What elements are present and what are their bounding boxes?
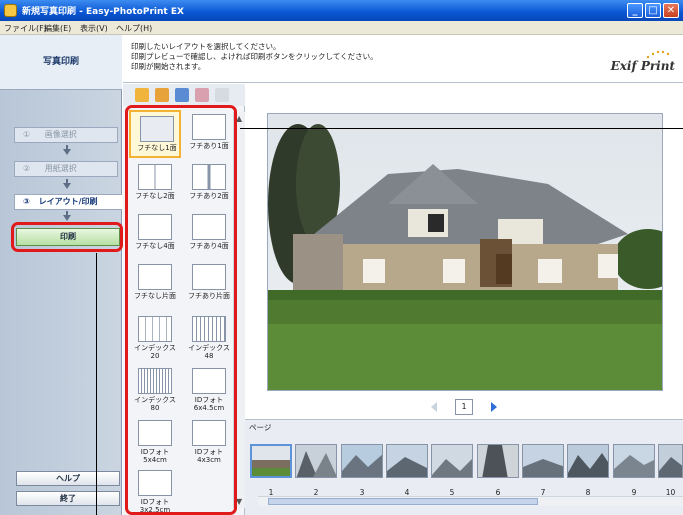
page-thumbnail[interactable] — [613, 444, 655, 478]
instruction-area: 印刷したいレイアウトを選択してください。 印刷プレビューで確認し、よければ印刷ボ… — [123, 35, 683, 83]
minimize-button[interactable]: _ — [627, 3, 643, 18]
page-thumbnail[interactable] — [658, 444, 683, 478]
sidebar-header: 写真印刷 — [0, 35, 122, 90]
exif-logo-icon — [646, 50, 670, 59]
callout-line — [240, 128, 683, 129]
step-paper-select[interactable]: ② 用紙選択 — [14, 161, 118, 177]
menu-edit[interactable]: 編集(E) — [44, 23, 71, 34]
title-bar: 新規写真印刷 - Easy-PhotoPrint EX _ □ ✕ — [0, 0, 683, 21]
edit-toolbar — [123, 84, 245, 106]
crop-icon[interactable] — [175, 88, 189, 102]
exif-print-logo: Exif Print — [610, 59, 675, 73]
step-image-select[interactable]: ① 画像選択 — [14, 127, 118, 143]
pages-label: ページ — [249, 423, 272, 432]
date-icon[interactable] — [195, 88, 209, 102]
layout-list-highlight — [125, 105, 237, 515]
app-icon — [4, 4, 17, 17]
scrollbar-thumb[interactable] — [268, 498, 538, 505]
menu-file[interactable]: ファイル(F) — [4, 23, 47, 34]
help-button[interactable]: ヘルプ — [16, 471, 120, 486]
exit-button[interactable]: 終了 — [16, 491, 120, 506]
step-label: レイアウト/印刷 — [38, 197, 98, 206]
menu-view[interactable]: 表示(V) — [80, 23, 108, 34]
page-thumbnail[interactable] — [567, 444, 609, 478]
step-label: 画像選択 — [44, 130, 77, 139]
window-title: 新規写真印刷 - Easy-PhotoPrint EX — [22, 7, 184, 17]
down-arrow-icon — [63, 215, 71, 221]
preview-pager: 1 — [245, 397, 683, 419]
step-layout-print[interactable]: ③ レイアウト/印刷 — [14, 194, 122, 210]
preview-photo — [267, 113, 663, 391]
print-button-highlight — [11, 222, 123, 252]
house-photo-image — [268, 114, 662, 390]
rotate-left-icon[interactable] — [135, 88, 149, 102]
page-thumbnail[interactable] — [477, 444, 519, 478]
maximize-button[interactable]: □ — [645, 3, 661, 18]
step-number: ③ — [23, 197, 30, 206]
rotate-right-icon[interactable] — [155, 88, 169, 102]
page-number-field[interactable]: 1 — [455, 399, 473, 415]
prev-page-icon[interactable] — [431, 402, 437, 412]
step-label: 用紙選択 — [44, 164, 77, 173]
menu-help[interactable]: ヘルプ(H) — [116, 23, 152, 34]
page-thumbnail[interactable] — [431, 444, 473, 478]
page-thumbnail[interactable] — [522, 444, 564, 478]
clear-icon[interactable] — [215, 88, 229, 102]
step-number: ① — [23, 130, 31, 139]
sidebar-title: 写真印刷 — [42, 57, 79, 67]
page-thumbnail[interactable] — [386, 444, 428, 478]
page-thumbnail[interactable] — [341, 444, 383, 478]
instruction-line: 印刷が開始されます。 — [131, 62, 206, 71]
sidebar: 写真印刷 ① 画像選択 ② 用紙選択 ③ レイアウト/印刷 印刷 ヘルプ 終了 — [0, 35, 122, 515]
down-arrow-icon — [63, 183, 71, 189]
step-number: ② — [23, 164, 31, 173]
page-strip-scrollbar[interactable] — [258, 496, 683, 506]
down-arrow-icon — [63, 149, 71, 155]
close-button[interactable]: ✕ — [663, 3, 679, 18]
page-thumbnail[interactable] — [250, 444, 292, 478]
menu-bar: ファイル(F) 編集(E) 表示(V) ヘルプ(H) — [0, 21, 683, 35]
next-page-icon[interactable] — [491, 402, 497, 412]
callout-line — [96, 253, 97, 515]
page-thumbnail[interactable] — [295, 444, 337, 478]
